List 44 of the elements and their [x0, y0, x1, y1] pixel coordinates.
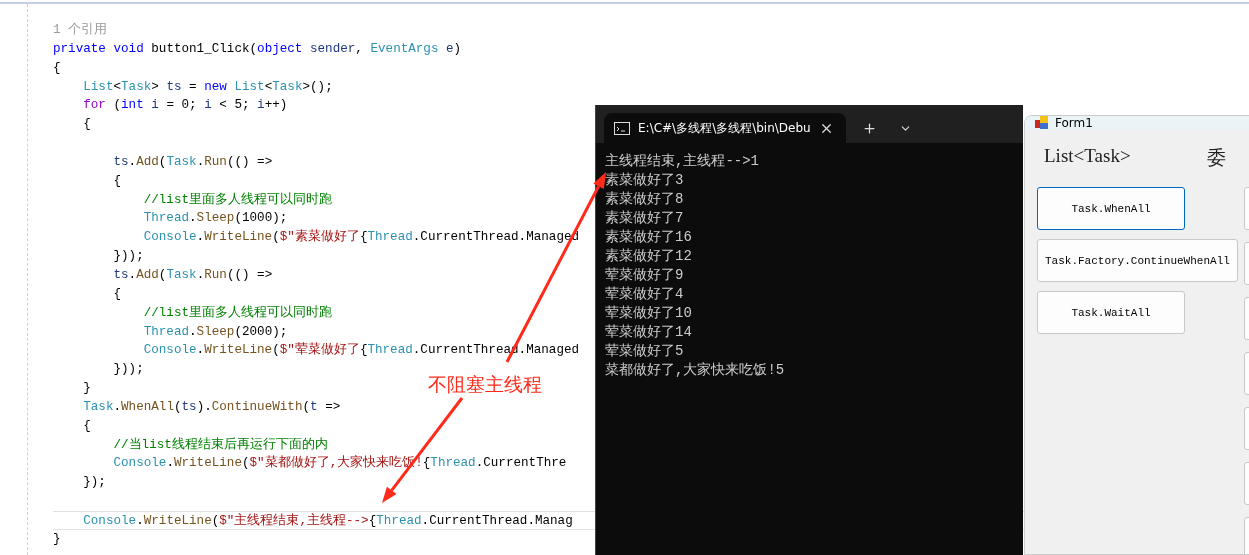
code-line: Thread.Sleep(1000); [142, 210, 288, 228]
console-line: 荤菜做好了14 [605, 323, 693, 342]
console-line: 主线程结束,主线程-->1 [605, 152, 760, 171]
code-line: //当list线程结束后再运行下面的内 [112, 436, 328, 454]
code-line: ts.Add(Task.Run(() => [112, 266, 273, 284]
code-line: } [82, 380, 91, 398]
code-line: //list里面多人线程可以同时跑 [142, 304, 333, 322]
code-line: { [82, 116, 91, 134]
console-line: 菜都做好了,大家快来吃饭!5 [605, 361, 786, 380]
terminal-icon [614, 121, 630, 135]
code-line: for (int i = 0; i < 5; i++) [82, 97, 288, 115]
console-line: 荤菜做好了10 [605, 304, 693, 323]
task-button[interactable]: Task.WhenAll [1037, 187, 1185, 230]
task-button[interactable]: Task.WaitAll [1037, 291, 1185, 334]
code-line: private void button1_Click(object sender, EventArgs e) [53, 40, 462, 58]
console-line: 素菜做好了7 [605, 209, 685, 228]
console-tab[interactable]: E:\C#\多线程\多线程\bin\Debu [604, 113, 846, 143]
code-line: { [112, 172, 122, 190]
code-line: List<Task> ts = new List<Task>(); [82, 78, 333, 96]
section-heading: 委 [1206, 146, 1226, 170]
annotation-text: 不阻塞主线程 [428, 372, 542, 397]
code-line: } [53, 530, 61, 548]
code-line: 1 个引用 [53, 21, 108, 39]
app-icon [1035, 116, 1049, 130]
code-line: Thread.Sleep(2000); [142, 323, 288, 341]
console-line: 荤菜做好了4 [605, 285, 685, 304]
code-line: }); [82, 474, 106, 492]
code-line: })); [112, 248, 144, 266]
code-line: //list里面多人线程可以同时跑 [142, 191, 333, 209]
console-line: 素菜做好了12 [605, 247, 693, 266]
code-line: { [112, 285, 122, 303]
code-line: { [82, 417, 91, 435]
code-line: Task.WhenAll(ts).ContinueWith(t => [82, 398, 341, 416]
console-line: 素菜做好了8 [605, 190, 685, 209]
code-line: { [53, 59, 61, 77]
window-title: Form1 [1055, 116, 1093, 130]
code-line: ts.Add(Task.Run(() => [112, 153, 273, 171]
console-line: 荤菜做好了9 [605, 266, 685, 285]
console-line: 素菜做好了16 [605, 228, 693, 247]
console-line: 素菜做好了3 [605, 171, 685, 190]
code-line: })); [112, 361, 144, 379]
console-line: 荤菜做好了5 [605, 342, 685, 361]
section-heading: List<Task> [1044, 145, 1131, 168]
task-button[interactable]: Task.Factory.ContinueWhenAll [1037, 239, 1238, 282]
